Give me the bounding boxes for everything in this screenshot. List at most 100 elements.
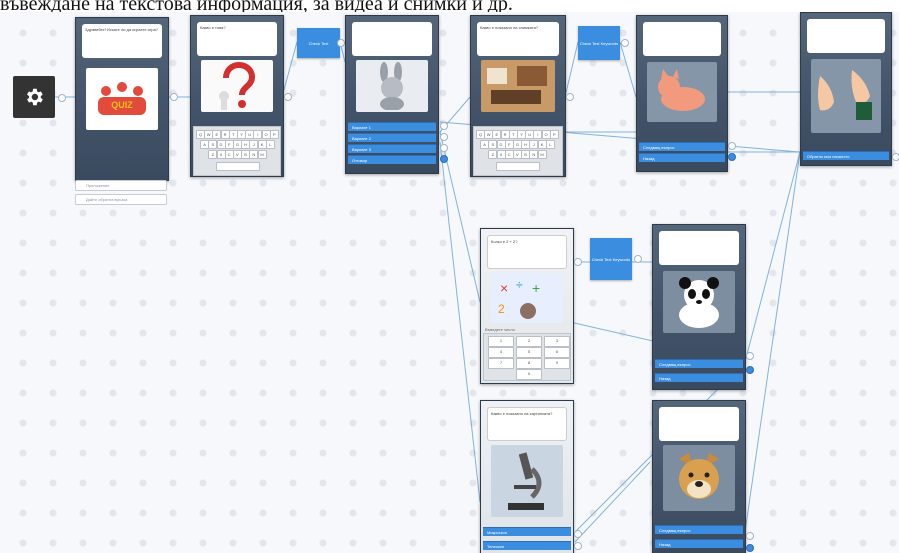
port-connector[interactable] <box>170 93 178 101</box>
back-button[interactable]: Назад <box>639 153 725 162</box>
card-panda[interactable]: Следващ въпрос Назад <box>652 224 746 390</box>
card-cat[interactable]: Следващ въпрос Назад <box>636 15 728 172</box>
numpad-key[interactable]: 0 <box>516 369 542 380</box>
message-bubble: Какво е показано на картинката? <box>487 407 567 441</box>
keyboard-key[interactable]: P <box>549 130 559 139</box>
card-hands[interactable]: Обратно към началото <box>800 12 892 166</box>
microscope-image <box>491 445 563 517</box>
option-button[interactable]: Отговор <box>348 155 436 164</box>
gear-icon <box>27 88 43 106</box>
message-bubble <box>659 231 739 265</box>
numpad-key[interactable]: 3 <box>544 336 570 347</box>
port-connector[interactable] <box>440 155 448 163</box>
start-field-1[interactable]: Приложение <box>75 180 167 191</box>
keyboard-key[interactable]: S <box>488 140 498 149</box>
port-connector[interactable] <box>574 258 582 266</box>
numpad-key[interactable]: 4 <box>488 347 514 358</box>
text-keyboard[interactable]: QWERTYUIOPASDFGHJKLZXCVBNM <box>473 126 563 176</box>
port-connector[interactable] <box>440 133 448 141</box>
card-question[interactable]: Какво е това? QWERTYUIOPASDFGHJKLZXCVBNM <box>190 15 284 177</box>
microscope-icon <box>508 452 544 510</box>
option-button[interactable]: Вариант 3 <box>348 144 436 153</box>
math-symbols-icon: × ÷ + 2 <box>498 278 540 319</box>
back-to-start-button[interactable]: Обратно към началото <box>803 151 889 160</box>
port-connector[interactable] <box>728 142 736 150</box>
panda-image <box>663 271 735 333</box>
message-bubble: Здравейте! Искате ли да играете игра? <box>82 24 162 58</box>
back-button[interactable]: Назад <box>655 373 743 382</box>
port-connector[interactable] <box>892 153 899 161</box>
settings-button[interactable] <box>13 76 55 118</box>
port-connector[interactable] <box>728 153 736 161</box>
keyboard-key[interactable]: L <box>545 140 555 149</box>
numeric-keypad[interactable]: 123 456 7890 <box>483 333 571 381</box>
port-connector[interactable] <box>337 39 345 47</box>
keyboard-key[interactable]: N <box>249 150 259 159</box>
card-start[interactable]: Здравейте! Искате ли да играете игра? QU… <box>75 17 169 181</box>
port-connector[interactable] <box>284 93 292 101</box>
option-button[interactable]: Вариант 1 <box>348 122 436 131</box>
port-connector[interactable] <box>634 255 642 263</box>
space-key[interactable] <box>496 162 540 171</box>
keyboard-key[interactable]: J <box>529 140 539 149</box>
port-connector[interactable] <box>574 530 582 538</box>
card-photo[interactable]: Какво е показано на снимката? QWERTYUIOP… <box>470 15 566 177</box>
keyboard-key[interactable]: M <box>257 150 267 159</box>
option-button[interactable]: Микроскоп <box>483 527 571 536</box>
check-text-node[interactable]: Check Text <box>297 28 340 58</box>
keyboard-key[interactable]: N <box>529 150 539 159</box>
port-connector[interactable] <box>440 122 448 130</box>
keyboard-key[interactable]: J <box>249 140 259 149</box>
back-button[interactable]: Назад <box>655 539 743 548</box>
card-math[interactable]: Колко е 2 + 2? × ÷ + 2 Въведете число 12… <box>480 228 574 384</box>
port-connector[interactable] <box>440 144 448 152</box>
numpad-key[interactable]: 5 <box>516 347 542 358</box>
cat-image <box>647 62 717 122</box>
bunny-icon <box>380 62 404 110</box>
keyboard-key[interactable]: S <box>208 140 218 149</box>
check-keywords-node[interactable]: Check Text Keywords <box>578 26 620 60</box>
card-microscope[interactable]: Какво е показано на картинката? Микроско… <box>480 400 574 553</box>
svg-text:÷: ÷ <box>516 278 523 292</box>
text-keyboard[interactable]: QWERTYUIOPASDFGHJKLZXCVBNM <box>193 126 281 176</box>
quiz-image: QUIZ <box>86 68 158 130</box>
room-photo <box>481 60 555 112</box>
numpad-key[interactable]: 6 <box>544 347 570 358</box>
flow-canvas[interactable]: Здравейте! Искате ли да играете игра? QU… <box>0 12 899 553</box>
keyboard-key[interactable]: M <box>537 150 547 159</box>
keyboard-key[interactable]: Z <box>208 150 218 159</box>
next-question-button[interactable]: Следващ въпрос <box>655 359 743 368</box>
numpad-key[interactable]: 8 <box>516 358 542 369</box>
port-connector[interactable] <box>746 366 754 374</box>
message-bubble: Какво е показано на снимката? <box>477 22 559 56</box>
port-connector[interactable] <box>746 532 754 540</box>
next-question-button[interactable]: Следващ въпрос <box>639 142 725 151</box>
numpad-key[interactable]: 9 <box>544 358 570 369</box>
numpad-key[interactable]: 1 <box>488 336 514 347</box>
clapping-hands-icon <box>818 70 872 120</box>
dog-image <box>663 445 735 511</box>
numpad-key[interactable]: 2 <box>516 336 542 347</box>
keyboard-key[interactable]: Z <box>488 150 498 159</box>
numpad-key[interactable]: 7 <box>488 358 514 369</box>
start-field-2[interactable]: Дайте обратна връзка <box>75 194 167 205</box>
number-input-label: Въведете число <box>485 327 515 332</box>
space-key[interactable] <box>216 162 260 171</box>
port-connector[interactable] <box>574 542 582 550</box>
port-connector[interactable] <box>58 94 66 102</box>
port-connector[interactable] <box>566 93 574 101</box>
option-button[interactable]: Вариант 2 <box>348 133 436 142</box>
port-connector[interactable] <box>746 352 754 360</box>
message-bubble <box>643 22 721 56</box>
option-button[interactable]: Телескоп <box>483 541 571 550</box>
card-dog[interactable]: Следващ въпрос Назад <box>652 400 746 553</box>
port-connector[interactable] <box>746 544 754 552</box>
check-keywords-node[interactable]: Check Text Keywords <box>590 238 632 280</box>
room-image <box>481 60 555 112</box>
port-connector[interactable] <box>621 39 629 47</box>
next-question-button[interactable]: Следващ въпрос <box>655 525 743 534</box>
card-bunny[interactable]: Вариант 1 Вариант 2 Вариант 3 Отговор <box>345 15 439 174</box>
keyboard-key[interactable]: P <box>269 130 279 139</box>
keyboard-key[interactable]: L <box>265 140 275 149</box>
message-bubble: Колко е 2 + 2? <box>487 235 567 269</box>
